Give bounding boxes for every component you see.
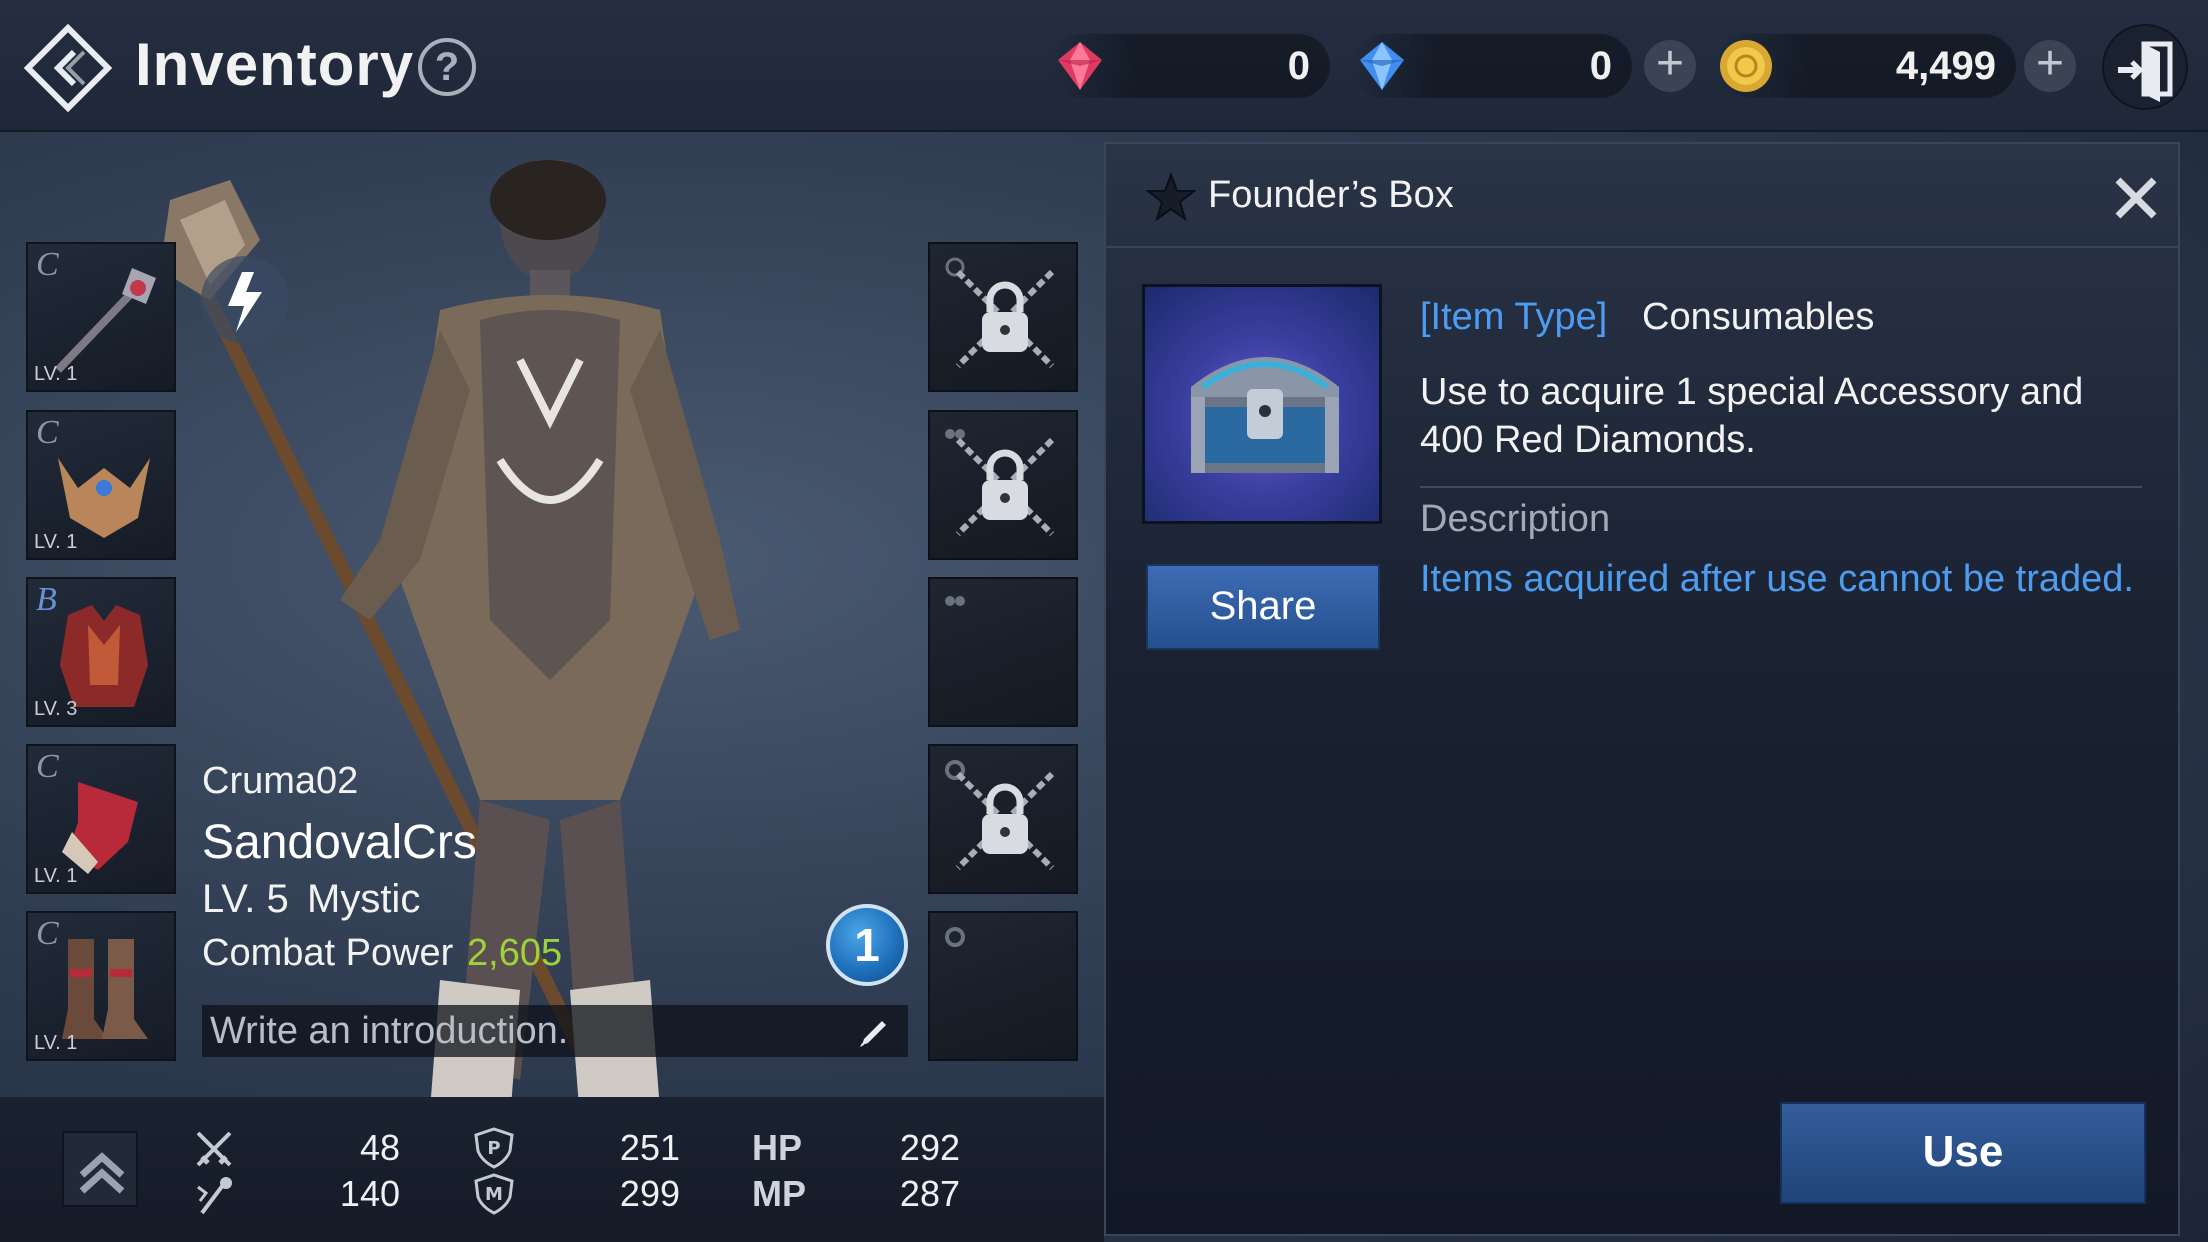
magic-attack-icon bbox=[197, 1177, 232, 1215]
exit-button[interactable] bbox=[2102, 24, 2188, 110]
chained-lock-icon bbox=[955, 437, 1055, 537]
item-effect-line-1: Use to acquire 1 special Accessory and bbox=[1420, 371, 2084, 413]
blue-diamond-counter: 0 bbox=[1352, 34, 1632, 98]
adena-value: 4,499 bbox=[1895, 44, 1996, 88]
level-label: LV. 3 bbox=[34, 698, 78, 720]
character-model bbox=[160, 160, 740, 1144]
item-name: Founder’s Box bbox=[1208, 174, 1454, 216]
boots-slot[interactable]: C LV. 1 bbox=[26, 911, 176, 1061]
add-adena-button[interactable]: + bbox=[2024, 40, 2076, 92]
description-note: Items acquired after use cannot be trade… bbox=[1420, 558, 2134, 600]
chained-lock-icon bbox=[955, 771, 1055, 871]
necklace-slot[interactable] bbox=[928, 242, 1078, 392]
staff-icon bbox=[55, 268, 156, 373]
item-thumbnail bbox=[1142, 284, 1382, 524]
mp-label: MP bbox=[752, 1173, 806, 1214]
armor-slot[interactable]: B LV. 3 bbox=[26, 577, 176, 727]
blue-diamond-icon bbox=[1360, 42, 1404, 90]
combat-power-label: Combat Power bbox=[202, 932, 454, 974]
chained-lock-icon bbox=[955, 269, 1055, 369]
character-name: SandovalCrs bbox=[202, 816, 477, 869]
earring-slot-left[interactable] bbox=[928, 410, 1078, 560]
treasure-chest-icon bbox=[1191, 357, 1339, 473]
notification-badge[interactable]: 1 bbox=[826, 904, 908, 986]
stats-bar: 48 140 P 251 M 299 HP 292 MP 287 bbox=[0, 1097, 1104, 1242]
physical-defense-icon: P bbox=[474, 1127, 514, 1169]
magic-defense-icon: M bbox=[474, 1173, 514, 1215]
introduction-box bbox=[202, 1005, 908, 1057]
pencil-icon[interactable] bbox=[854, 1013, 890, 1049]
armor-icon bbox=[60, 605, 148, 707]
use-button[interactable]: Use bbox=[1780, 1102, 2146, 1204]
share-button[interactable]: Share bbox=[1146, 564, 1380, 650]
back-arrow-icon bbox=[23, 23, 113, 113]
double-chevron-up-icon bbox=[79, 1152, 125, 1194]
svg-text:P: P bbox=[487, 1138, 500, 1159]
character-level: LV. 5 bbox=[202, 877, 289, 921]
level-label: LV. 1 bbox=[34, 865, 78, 887]
magic-defense-value: 299 bbox=[619, 1173, 680, 1214]
combat-power-value: 2,605 bbox=[467, 932, 563, 974]
item-type-label: [Item Type] bbox=[1420, 296, 1608, 338]
gloves-icon bbox=[62, 782, 138, 874]
level-label: LV. 1 bbox=[34, 531, 78, 553]
red-diamond-counter: 0 bbox=[1050, 34, 1330, 98]
level-label: LV. 1 bbox=[34, 1032, 78, 1054]
panel-header: Founder’s Box bbox=[1106, 144, 2178, 248]
exit-door-icon bbox=[2118, 41, 2173, 102]
star-icon[interactable] bbox=[1146, 172, 1196, 222]
weapon-slot[interactable]: C LV. 1 bbox=[26, 242, 176, 392]
item-type-value: Consumables bbox=[1642, 296, 1875, 338]
item-effect-line-2: 400 Red Diamonds. bbox=[1420, 419, 1756, 461]
top-bar: Inventory ? 0 0 + 4,499 + bbox=[0, 0, 2208, 132]
attack-swords-icon bbox=[196, 1131, 232, 1167]
attack-value: 48 bbox=[359, 1127, 400, 1168]
back-button[interactable] bbox=[22, 22, 114, 114]
character-class: Mystic bbox=[307, 877, 421, 921]
red-diamond-value: 0 bbox=[1287, 44, 1310, 88]
ring-slot-left[interactable] bbox=[928, 744, 1078, 894]
description-heading: Description bbox=[1420, 498, 1611, 540]
add-blue-diamond-button[interactable]: + bbox=[1644, 40, 1696, 92]
item-effect: Use to acquire 1 special Accessory and 4… bbox=[1420, 368, 2140, 464]
gloves-slot[interactable]: C LV. 1 bbox=[26, 744, 176, 894]
server-name: Cruma02 bbox=[202, 760, 359, 802]
hp-label: HP bbox=[752, 1127, 803, 1168]
helmet-icon bbox=[58, 458, 150, 538]
magic-attack-value: 140 bbox=[339, 1173, 400, 1214]
boots-icon bbox=[62, 939, 148, 1039]
expand-stats-button[interactable] bbox=[62, 1131, 138, 1207]
divider bbox=[1420, 486, 2142, 488]
close-icon[interactable] bbox=[2110, 172, 2162, 224]
ring-slot-right[interactable] bbox=[928, 911, 1078, 1061]
introduction-input[interactable] bbox=[210, 1005, 830, 1057]
ring-mark-icon bbox=[945, 927, 965, 947]
item-detail-panel: Founder’s Box Share [Item Type] Consumab… bbox=[1104, 142, 2180, 1236]
earring-mark-icon bbox=[945, 596, 965, 606]
adena-counter: 4,499 bbox=[1716, 34, 2016, 98]
mp-value: 287 bbox=[899, 1173, 960, 1214]
svg-text:M: M bbox=[485, 1184, 503, 1205]
helmet-slot[interactable]: C LV. 1 bbox=[26, 410, 176, 560]
blue-diamond-value: 0 bbox=[1589, 44, 1612, 88]
page-title: Inventory bbox=[135, 31, 415, 98]
physical-defense-value: 251 bbox=[619, 1127, 680, 1168]
level-label: LV. 1 bbox=[34, 363, 78, 385]
red-diamond-icon bbox=[1058, 42, 1102, 90]
hp-value: 292 bbox=[899, 1127, 960, 1168]
help-button[interactable]: ? bbox=[418, 38, 476, 96]
gold-coin-icon bbox=[1720, 40, 1772, 92]
earring-slot-right[interactable] bbox=[928, 577, 1078, 727]
